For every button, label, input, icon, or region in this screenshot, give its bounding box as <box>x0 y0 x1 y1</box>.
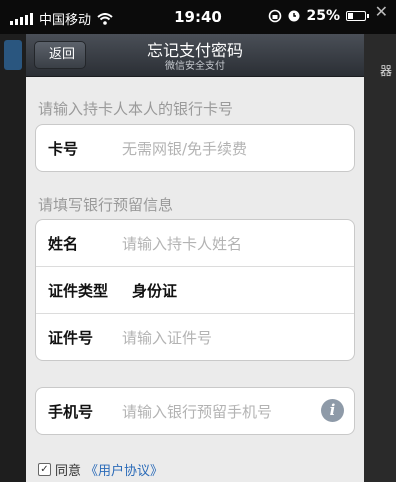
phone-placeholder: 请输入银行预留手机号 <box>122 403 273 421</box>
card-number-label: 卡号 <box>48 140 79 158</box>
name-placeholder: 请输入持卡人姓名 <box>122 235 243 253</box>
info-section-label: 请填写银行预留信息 <box>38 196 174 214</box>
background-app-icon <box>4 40 22 70</box>
agree-checkbox[interactable]: ✓ <box>38 463 51 476</box>
nav-bar: 返回 忘记支付密码 微信安全支付 <box>26 34 364 77</box>
page-subtitle: 微信安全支付 <box>165 61 225 72</box>
id-type-label: 证件类型 <box>48 282 109 300</box>
id-number-label: 证件号 <box>48 329 94 347</box>
background-left-panel <box>0 34 26 482</box>
id-number-placeholder: 请输入证件号 <box>122 329 213 347</box>
card-group: 卡号 无需网银/免手续费 <box>35 124 355 172</box>
card-number-placeholder: 无需网银/免手续费 <box>122 140 248 158</box>
background-right-panel: 器 <box>364 34 396 482</box>
info-icon[interactable]: i <box>321 399 344 422</box>
agree-label: 同意 <box>55 464 82 479</box>
card-number-field[interactable]: 卡号 无需网银/免手续费 <box>36 125 354 171</box>
phone-field[interactable]: 手机号 请输入银行预留手机号 i <box>36 388 354 434</box>
rotation-lock-icon <box>269 9 282 23</box>
name-field[interactable]: 姓名 请输入持卡人姓名 <box>36 220 354 267</box>
card-section-label: 请输入持卡人本人的银行卡号 <box>38 100 234 118</box>
info-group: 姓名 请输入持卡人姓名 证件类型 身份证 证件号 请输入证件号 <box>35 219 355 361</box>
battery-percent: 25% <box>306 8 340 24</box>
agreement-row: ✓ 同意 《用户协议》 <box>38 460 163 479</box>
forgot-password-sheet: 返回 忘记支付密码 微信安全支付 请输入持卡人本人的银行卡号 卡号 无需网银/免… <box>26 34 364 482</box>
phone-label: 手机号 <box>48 403 94 421</box>
phone-group: 手机号 请输入银行预留手机号 i <box>35 387 355 435</box>
alarm-icon <box>288 10 300 22</box>
status-bar: 中国移动 19:40 25% ✕ <box>0 0 396 34</box>
id-number-field[interactable]: 证件号 请输入证件号 <box>36 314 354 360</box>
status-right: 25% <box>268 8 369 24</box>
battery-icon <box>346 11 369 21</box>
id-type-selector[interactable]: 证件类型 身份证 <box>36 267 354 314</box>
close-icon[interactable]: ✕ <box>375 2 388 21</box>
name-label: 姓名 <box>48 235 79 253</box>
user-agreement-link[interactable]: 《用户协议》 <box>85 460 163 479</box>
background-label: 器 <box>379 64 392 78</box>
id-type-value: 身份证 <box>132 282 178 300</box>
